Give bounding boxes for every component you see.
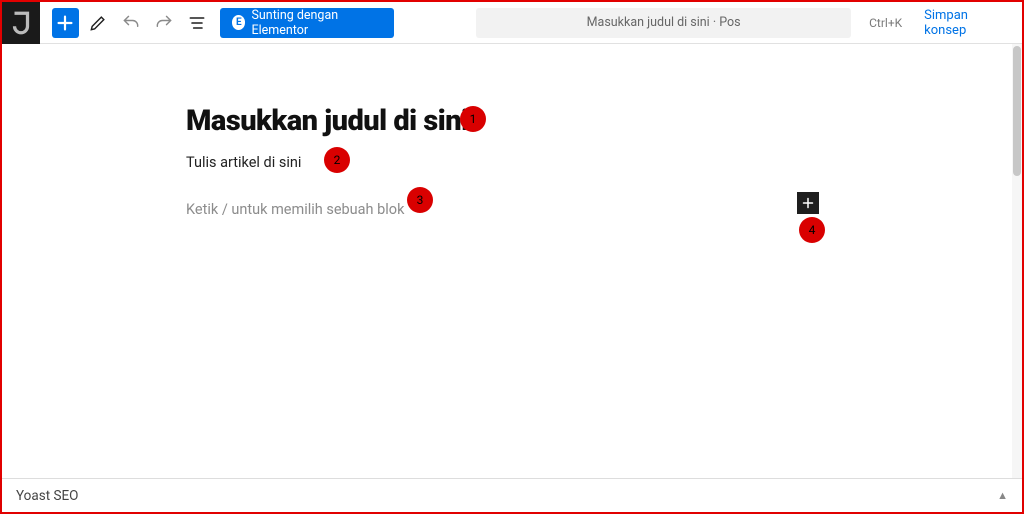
scrollbar-thumb[interactable] <box>1013 46 1021 176</box>
elementor-icon: E <box>232 15 245 30</box>
annotation-marker-2: 2 <box>324 147 350 173</box>
document-title-pill[interactable]: Masukkan judul di sini · Pos <box>476 8 851 38</box>
top-toolbar: E Sunting dengan Elementor Masukkan judu… <box>2 2 1022 44</box>
post-title-input[interactable]: Masukkan judul di sini <box>186 104 826 138</box>
elementor-button-label: Sunting dengan Elementor <box>251 8 382 38</box>
undo-icon[interactable] <box>117 8 144 38</box>
save-draft-button[interactable]: Simpan konsep <box>914 2 1014 44</box>
yoast-seo-panel-toggle[interactable]: Yoast SEO ▲ <box>2 478 1022 512</box>
inline-add-block-button[interactable] <box>797 192 819 214</box>
yoast-seo-label: Yoast SEO <box>16 488 78 504</box>
document-title-text: Masukkan judul di sini · Pos <box>587 15 741 30</box>
document-outline-icon[interactable] <box>183 8 210 38</box>
add-block-button[interactable] <box>52 8 79 38</box>
site-logo[interactable] <box>2 2 40 44</box>
redo-icon[interactable] <box>150 8 177 38</box>
editor-canvas: Masukkan judul di sini Tulis artikel di … <box>2 44 1022 478</box>
chevron-up-icon: ▲ <box>997 489 1008 502</box>
edit-with-elementor-button[interactable]: E Sunting dengan Elementor <box>220 8 394 38</box>
scrollbar-track[interactable] <box>1012 44 1022 478</box>
annotation-marker-3: 3 <box>407 187 433 213</box>
edit-tool-icon[interactable] <box>85 8 112 38</box>
block-placeholder-text[interactable]: Ketik / untuk memilih sebuah blok <box>186 201 826 218</box>
annotation-marker-4: 4 <box>799 217 825 243</box>
keyboard-shortcut-hint: Ctrl+K <box>869 16 902 30</box>
annotation-marker-1: 1 <box>460 106 486 132</box>
post-paragraph[interactable]: Tulis artikel di sini <box>186 154 826 171</box>
